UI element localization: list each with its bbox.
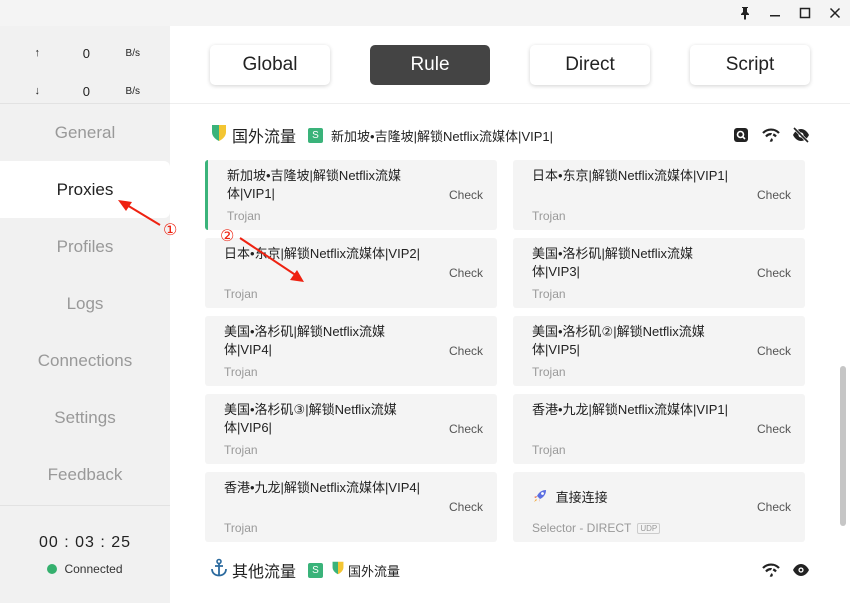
proxy-card[interactable]: 日本•东京|解锁Netflix流媒体|VIP2| Trojan Check <box>205 238 497 308</box>
proxy-name: 美国•洛杉矶|解锁Netflix流媒体|VIP3| <box>532 246 694 279</box>
check-button[interactable]: Check <box>449 344 483 358</box>
mode-direct-button[interactable]: Direct <box>530 44 650 85</box>
mode-global-button[interactable]: Global <box>210 44 330 85</box>
proxy-type: Trojan <box>532 443 566 457</box>
proxy-name: 美国•洛杉矶②|解锁Netflix流媒体|VIP5| <box>532 324 705 357</box>
proxy-name: 美国•洛杉矶③|解锁Netflix流媒体|VIP6| <box>224 402 397 435</box>
pin-icon[interactable] <box>730 0 760 26</box>
annotation-marker-2: ② <box>220 228 235 245</box>
connected-dot-icon <box>47 563 58 574</box>
download-arrow-icon: ↓ <box>34 85 41 97</box>
proxy-card[interactable]: 美国•洛杉矶②|解锁Netflix流媒体|VIP5| Trojan Check <box>513 316 805 386</box>
latency-test-icon[interactable] <box>762 561 780 579</box>
uptime-clock: 00 : 03 : 25 <box>38 533 132 551</box>
nav-connections[interactable]: Connections <box>0 332 170 389</box>
download-unit: B/s <box>125 85 140 97</box>
udp-badge: UDP <box>637 523 661 535</box>
proxy-card[interactable]: 美国•洛杉矶③|解锁Netflix流媒体|VIP6| Trojan Check <box>205 394 497 464</box>
proxy-type: Trojan <box>224 365 258 379</box>
nav-proxies[interactable]: Proxies <box>0 161 170 218</box>
group-selected-proxy: 新加坡•吉隆坡|解锁Netflix流媒体|VIP1| <box>331 128 553 144</box>
proxy-name: 香港•九龙|解锁Netflix流媒体|VIP4| <box>224 480 420 495</box>
proxy-type: Trojan <box>224 443 258 457</box>
upload-row: ↑ 0 B/s <box>0 34 170 72</box>
upload-value: 0 <box>82 45 90 61</box>
main-panel: Global Rule Direct Script 国外流量 S 新加坡•吉隆坡… <box>170 26 850 603</box>
nav-logs[interactable]: Logs <box>0 275 170 332</box>
anchor-icon <box>210 558 228 583</box>
annotation-marker-1: ① <box>163 222 178 239</box>
proxy-type: Trojan <box>224 521 258 535</box>
proxy-name: 新加坡•吉隆坡|解锁Netflix流媒体|VIP1| <box>227 168 402 201</box>
upload-unit: B/s <box>125 47 140 59</box>
check-button[interactable]: Check <box>757 500 791 514</box>
upload-arrow-icon: ↑ <box>34 47 41 59</box>
proxy-name: 日本•东京|解锁Netflix流媒体|VIP1| <box>532 168 728 183</box>
mode-rule-button[interactable]: Rule <box>370 44 490 85</box>
proxy-type: Trojan <box>532 209 566 223</box>
proxy-type: Selector - DIRECT <box>532 521 632 535</box>
proxy-type: Trojan <box>532 365 566 379</box>
proxy-card[interactable]: 美国•洛杉矶|解锁Netflix流媒体|VIP4| Trojan Check <box>205 316 497 386</box>
rocket-icon <box>532 488 548 509</box>
group-title: 国外流量 <box>232 129 297 146</box>
proxy-type: Trojan <box>227 209 261 223</box>
connection-status: Connected <box>47 561 123 576</box>
proxy-group-header[interactable]: 其他流量 S 国外流量 <box>210 555 810 585</box>
visibility-off-icon[interactable] <box>792 126 810 144</box>
shield-icon <box>210 123 228 148</box>
proxy-name: 香港•九龙|解锁Netflix流媒体|VIP1| <box>532 402 728 417</box>
search-icon[interactable] <box>732 126 750 144</box>
proxy-type: Trojan <box>532 287 566 301</box>
nav-feedback[interactable]: Feedback <box>0 446 170 503</box>
check-button[interactable]: Check <box>757 188 791 202</box>
mode-script-button[interactable]: Script <box>690 44 810 85</box>
group-title: 其他流量 <box>232 564 297 581</box>
check-button[interactable]: Check <box>449 266 483 280</box>
mode-switcher: Global Rule Direct Script <box>170 26 850 104</box>
traffic-panel: ↑ 0 B/s ↓ 0 B/s <box>0 26 170 104</box>
nav-settings[interactable]: Settings <box>0 389 170 446</box>
group-actions <box>732 126 810 144</box>
proxy-name: 美国•洛杉矶|解锁Netflix流媒体|VIP4| <box>224 324 386 357</box>
minimize-icon[interactable] <box>760 0 790 26</box>
visibility-icon[interactable] <box>792 561 810 579</box>
nav-general[interactable]: General <box>0 104 170 161</box>
proxy-card[interactable]: 美国•洛杉矶|解锁Netflix流媒体|VIP3| Trojan Check <box>513 238 805 308</box>
proxy-card[interactable]: 香港•九龙|解锁Netflix流媒体|VIP1| Trojan Check <box>513 394 805 464</box>
shield-icon <box>331 560 345 581</box>
maximize-icon[interactable] <box>790 0 820 26</box>
close-icon[interactable] <box>820 0 850 26</box>
group-selected-proxy: 国外流量 <box>348 563 401 579</box>
check-button[interactable]: Check <box>449 500 483 514</box>
sidebar: ↑ 0 B/s ↓ 0 B/s General Proxies Profiles… <box>0 26 170 603</box>
latency-test-icon[interactable] <box>762 126 780 144</box>
proxy-card[interactable]: 日本•东京|解锁Netflix流媒体|VIP1| Trojan Check <box>513 160 805 230</box>
proxy-name-row: 直接连接 <box>532 488 732 509</box>
scrollbar[interactable] <box>840 366 846 526</box>
check-button[interactable]: Check <box>757 266 791 280</box>
proxy-card[interactable]: 香港•九龙|解锁Netflix流媒体|VIP4| Trojan Check <box>205 472 497 542</box>
proxy-name: 日本•东京|解锁Netflix流媒体|VIP2| <box>224 246 420 261</box>
check-button[interactable]: Check <box>757 422 791 436</box>
proxy-card-direct[interactable]: 直接连接 Selector - DIRECT UDP Check <box>513 472 805 542</box>
check-button[interactable]: Check <box>449 422 483 436</box>
proxy-card-selected[interactable]: 新加坡•吉隆坡|解锁Netflix流媒体|VIP1| Trojan Check <box>205 160 497 230</box>
group-actions <box>762 561 810 579</box>
check-button[interactable]: Check <box>757 344 791 358</box>
proxy-type-row: Selector - DIRECT UDP <box>532 521 661 535</box>
status-panel: 00 : 03 : 25 Connected <box>0 505 170 603</box>
group-type-badge: S <box>308 562 324 578</box>
proxy-group-header[interactable]: 国外流量 S 新加坡•吉隆坡|解锁Netflix流媒体|VIP1| <box>210 120 810 150</box>
nav-profiles[interactable]: Profiles <box>0 218 170 275</box>
group-type-badge: S <box>308 127 324 143</box>
proxy-name: 直接连接 <box>555 489 608 505</box>
nav-menu: General Proxies Profiles Logs Connection… <box>0 104 170 503</box>
app-window: ↑ 0 B/s ↓ 0 B/s General Proxies Profiles… <box>0 0 850 603</box>
proxy-type: Trojan <box>224 287 258 301</box>
title-bar <box>730 0 850 26</box>
connection-label: Connected <box>64 561 123 576</box>
check-button[interactable]: Check <box>449 188 483 202</box>
download-value: 0 <box>82 83 90 99</box>
